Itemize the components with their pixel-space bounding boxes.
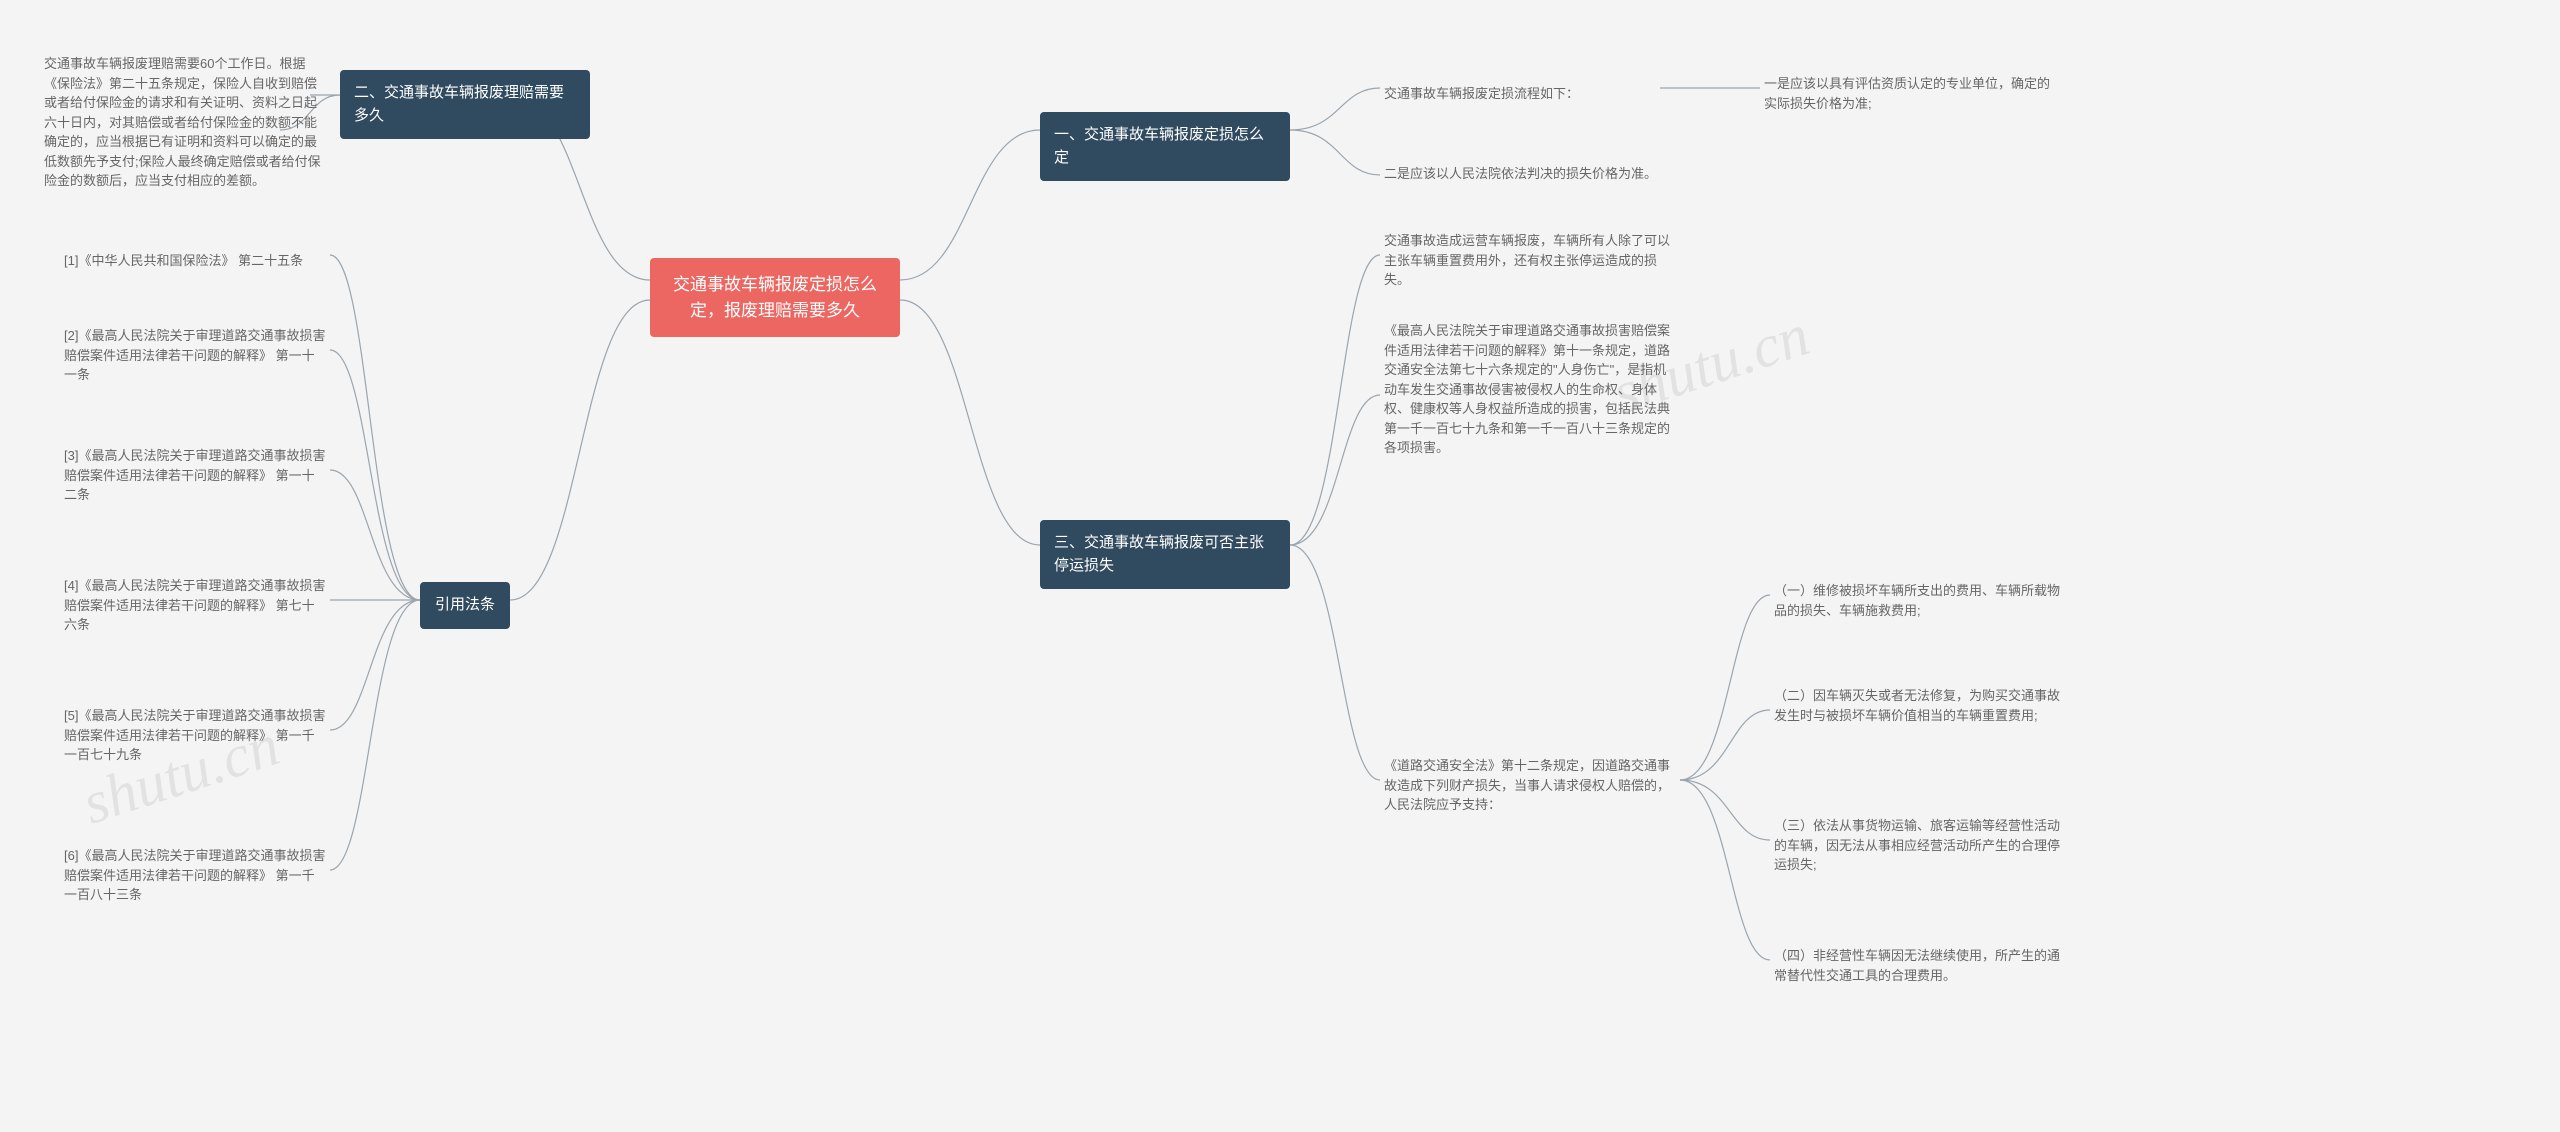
branch-section-2: 二、交通事故车辆报废理赔需要多久 [340, 70, 590, 139]
leaf-section3-p3c: （三）依法从事货物运输、旅客运输等经营性活动的车辆，因无法从事相应经营活动所产生… [1770, 810, 2070, 881]
leaf-ref-5: [5]《最高人民法院关于审理道路交通事故损害赔偿案件适用法律若干问题的解释》 第… [60, 700, 330, 771]
leaf-ref-4: [4]《最高人民法院关于审理道路交通事故损害赔偿案件适用法律若干问题的解释》 第… [60, 570, 330, 641]
leaf-ref-3: [3]《最高人民法院关于审理道路交通事故损害赔偿案件适用法律若干问题的解释》 第… [60, 440, 330, 511]
leaf-section3-p3b: （二）因车辆灭失或者无法修复，为购买交通事故发生时与被损坏车辆价值相当的车辆重置… [1770, 680, 2070, 731]
leaf-section3-p1: 交通事故造成运营车辆报废，车辆所有人除了可以主张车辆重置费用外，还有权主张停运造… [1380, 225, 1680, 296]
leaf-section1-intro: 交通事故车辆报废定损流程如下： [1380, 78, 1650, 110]
leaf-section1-sub2: 二是应该以人民法院依法判决的损失价格为准。 [1380, 158, 1680, 190]
leaf-section3-p2: 《最高人民法院关于审理道路交通事故损害赔偿案件适用法律若干问题的解释》第十一条规… [1380, 315, 1680, 464]
branch-refs: 引用法条 [420, 582, 510, 629]
leaf-section3-p3a: （一）维修被损坏车辆所支出的费用、车辆所载物品的损失、车辆施救费用; [1770, 575, 2070, 626]
branch-section-1: 一、交通事故车辆报废定损怎么定 [1040, 112, 1290, 181]
leaf-section3-p3: 《道路交通安全法》第十二条规定，因道路交通事故造成下列财产损失，当事人请求侵权人… [1380, 750, 1680, 821]
leaf-section1-sub1: 一是应该以具有评估资质认定的专业单位，确定的实际损失价格为准; [1760, 68, 2060, 119]
leaf-ref-1: [1]《中华人民共和国保险法》 第二十五条 [60, 245, 330, 277]
leaf-section3-p3d: （四）非经营性车辆因无法继续使用，所产生的通常替代性交通工具的合理费用。 [1770, 940, 2070, 991]
root-node: 交通事故车辆报废定损怎么定，报废理赔需要多久 [650, 258, 900, 337]
leaf-ref-6: [6]《最高人民法院关于审理道路交通事故损害赔偿案件适用法律若干问题的解释》 第… [60, 840, 330, 911]
leaf-ref-2: [2]《最高人民法院关于审理道路交通事故损害赔偿案件适用法律若干问题的解释》 第… [60, 320, 330, 391]
leaf-section2-body: 交通事故车辆报废理赔需要60个工作日。根据《保险法》第二十五条规定，保险人自收到… [40, 48, 330, 197]
branch-section-3: 三、交通事故车辆报废可否主张停运损失 [1040, 520, 1290, 589]
